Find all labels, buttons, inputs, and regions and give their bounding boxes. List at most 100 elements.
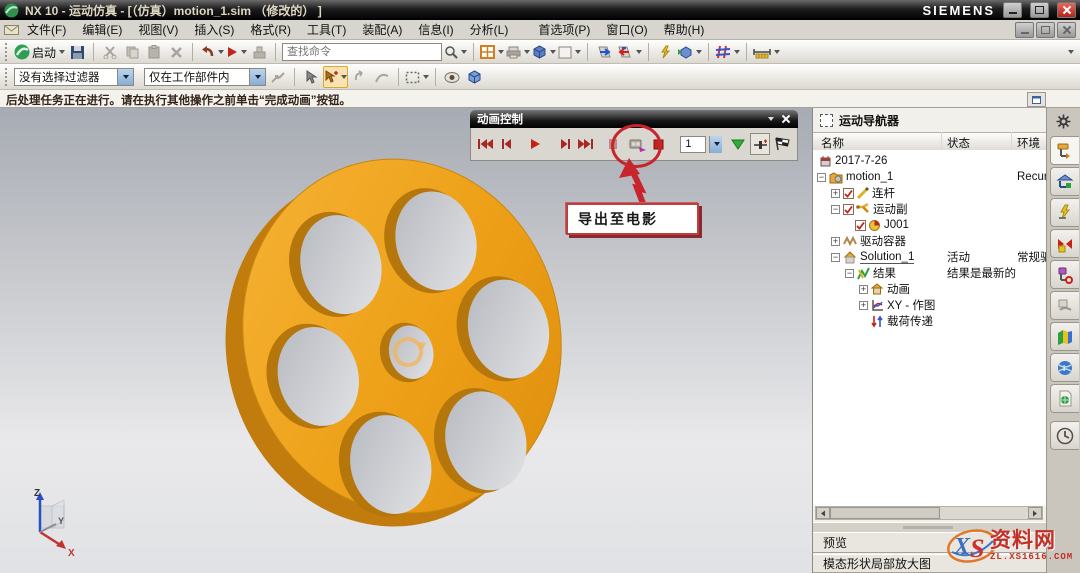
menu-window[interactable]: 窗口(O): [598, 21, 655, 38]
print-button[interactable]: [506, 42, 531, 62]
spark-tool-button[interactable]: [655, 42, 675, 62]
frame-spinner[interactable]: 1: [680, 135, 706, 153]
menu-insert[interactable]: 插入(S): [186, 21, 242, 38]
restore-button[interactable]: [1030, 2, 1049, 18]
menu-preferences[interactable]: 首选项(P): [530, 21, 598, 38]
menu-help[interactable]: 帮助(H): [656, 21, 713, 38]
menu-format[interactable]: 格式(R): [242, 21, 299, 38]
resource-bar-options-button[interactable]: [1047, 108, 1080, 134]
collapse-icon[interactable]: [831, 204, 840, 214]
tree-row-xy-graphing[interactable]: XY - 作图: [813, 297, 1046, 313]
toolbar-grip[interactable]: [5, 43, 10, 61]
collapse-icon[interactable]: [831, 252, 840, 262]
tab-assembly-navigator[interactable]: [1050, 167, 1079, 196]
selection-filter-dropdown[interactable]: 没有选择过滤器: [14, 68, 134, 86]
animation-slider-button[interactable]: [750, 133, 771, 155]
tab-visual-reports[interactable]: [1050, 322, 1079, 351]
rotate-select-button[interactable]: [350, 67, 370, 87]
navigator-horizontal-scrollbar[interactable]: [815, 506, 1043, 520]
menu-information[interactable]: 信息(I): [410, 21, 461, 38]
tab-motion-navigator[interactable]: [1050, 136, 1079, 165]
child-restore-button[interactable]: [1036, 22, 1055, 38]
tree-row-links[interactable]: 连杆: [813, 185, 1046, 201]
return-environment-button[interactable]: [616, 42, 643, 62]
child-close-button[interactable]: [1057, 22, 1076, 38]
tab-internet-page[interactable]: [1050, 384, 1079, 413]
copy-button[interactable]: [122, 42, 142, 62]
start-menu-button[interactable]: 启动: [14, 42, 66, 62]
column-name[interactable]: 名称: [821, 135, 844, 151]
menu-assemblies[interactable]: 装配(A): [354, 21, 410, 38]
tab-reuse-library[interactable]: [1050, 291, 1079, 320]
dialog-menu-icon[interactable]: [768, 117, 774, 121]
cut-button[interactable]: [100, 42, 120, 62]
message-bar-popup-button[interactable]: [1027, 92, 1046, 107]
highlighted-selection-button[interactable]: [323, 66, 348, 88]
display-style-button[interactable]: [558, 42, 582, 62]
menu-file[interactable]: 文件(F): [19, 21, 74, 38]
selection-scope-dropdown[interactable]: 仅在工作部件内: [144, 68, 266, 86]
go-to-end-button[interactable]: [577, 134, 595, 154]
step-back-button[interactable]: [498, 134, 516, 154]
scroll-left-button[interactable]: [816, 507, 830, 519]
measure-button[interactable]: [753, 42, 781, 62]
highlight-toggle-button[interactable]: [442, 67, 462, 87]
toolbar-grip[interactable]: [5, 68, 10, 86]
child-minimize-button[interactable]: [1015, 22, 1034, 38]
play-button[interactable]: [527, 134, 545, 154]
collapse-icon[interactable]: [817, 172, 826, 182]
tab-web-browser[interactable]: i: [1050, 353, 1079, 382]
scrollbar-thumb[interactable]: [830, 507, 940, 519]
column-status[interactable]: 状态: [947, 135, 970, 151]
paste-button[interactable]: [144, 42, 164, 62]
undo-button[interactable]: [199, 42, 225, 62]
tree-row-j001[interactable]: J001: [813, 217, 1046, 233]
curve-select-button[interactable]: [372, 67, 392, 87]
menu-analysis[interactable]: 分析(L): [462, 21, 517, 38]
tree-row-load-transfer[interactable]: 载荷传递: [813, 313, 1046, 329]
delete-button[interactable]: [166, 42, 186, 62]
assembly-constraints-button[interactable]: [715, 42, 741, 62]
checkbox-checked-icon[interactable]: [855, 219, 866, 231]
close-button[interactable]: [1057, 2, 1076, 18]
graphics-viewport[interactable]: Z X Y MODEL_1 工作: [0, 108, 812, 573]
solid-cube-button[interactable]: [464, 67, 484, 87]
command-finder-input[interactable]: [282, 43, 443, 61]
tab-history[interactable]: [1050, 421, 1079, 450]
column-environment[interactable]: 环境: [1017, 135, 1040, 151]
scroll-right-button[interactable]: [1028, 507, 1042, 519]
redo-button[interactable]: [226, 42, 248, 62]
tab-constraint-navigator[interactable]: [1050, 198, 1079, 227]
window-layout-button[interactable]: [480, 42, 505, 62]
tree-row-joints[interactable]: 运动副: [813, 201, 1046, 217]
tree-row-drivers[interactable]: 驱动容器: [813, 233, 1046, 249]
command-finder-button[interactable]: [444, 42, 468, 62]
tree-row-animation[interactable]: 动画: [813, 281, 1046, 297]
menu-edit[interactable]: 编辑(E): [74, 21, 130, 38]
save-button[interactable]: [67, 42, 87, 62]
dropdown-button[interactable]: [249, 69, 265, 85]
go-to-start-button[interactable]: [477, 134, 495, 154]
tree-row-motion[interactable]: motion_1 RecurD: [813, 169, 1046, 185]
checkbox-checked-icon[interactable]: [843, 203, 854, 215]
tab-part-navigator[interactable]: [1050, 260, 1079, 289]
repeat-command-button[interactable]: [249, 42, 269, 62]
expand-icon[interactable]: [859, 284, 868, 294]
wheel-model[interactable]: [0, 108, 812, 573]
menu-tools[interactable]: 工具(T): [299, 21, 354, 38]
step-forward-button[interactable]: [556, 134, 574, 154]
checkbox-checked-icon[interactable]: [843, 187, 854, 199]
toolbar-overflow-icon[interactable]: [1068, 50, 1074, 54]
general-selection-button[interactable]: [301, 67, 321, 87]
tree-row-results[interactable]: 结果 结果是最新的: [813, 265, 1046, 281]
marquee-select-button[interactable]: [405, 67, 429, 87]
tab-simulation-navigator[interactable]: [1050, 229, 1079, 258]
expand-icon[interactable]: [831, 236, 840, 246]
tree-row-solution[interactable]: Solution_1 活动 常规驱: [813, 249, 1046, 265]
snap-point-button[interactable]: [268, 67, 288, 87]
dialog-close-icon[interactable]: [782, 115, 791, 124]
menu-view[interactable]: 视图(V): [130, 21, 186, 38]
frame-dropdown-button[interactable]: [708, 135, 723, 153]
enter-modeling-button[interactable]: [594, 42, 614, 62]
navigator-dock-icon[interactable]: [820, 113, 833, 127]
